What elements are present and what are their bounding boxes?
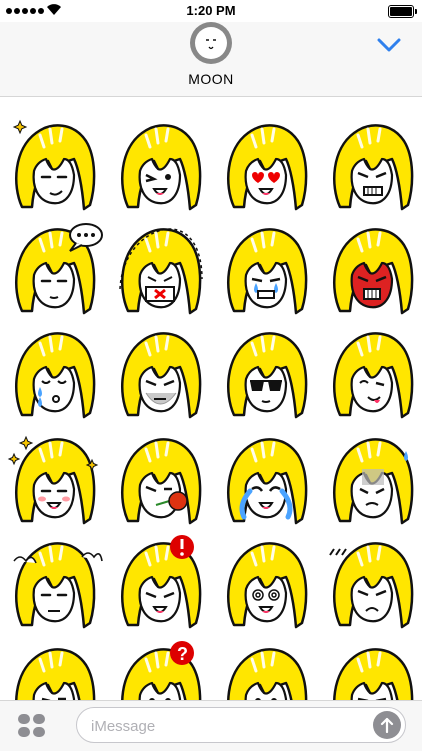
sticker-tears[interactable] (4, 639, 104, 701)
sticker-speech-dots[interactable] (4, 219, 104, 319)
sticker-grit-teeth[interactable] (322, 115, 422, 215)
sticker-stubble[interactable] (110, 323, 210, 423)
sticker-heart[interactable] (216, 639, 316, 701)
sticker-wink[interactable] (110, 115, 210, 215)
sticker-fuming[interactable] (4, 533, 104, 633)
app-drawer-icon[interactable] (18, 714, 46, 738)
sticker-teary-grimace[interactable] (216, 219, 316, 319)
sticker-tongue-wink[interactable] (322, 323, 422, 423)
contact-name[interactable]: MOON (0, 71, 422, 87)
status-bar: 1:20 PM (0, 0, 422, 22)
sticker-smirk[interactable] (322, 639, 422, 701)
sticker-sparkle-blush[interactable] (4, 429, 104, 529)
sticker-masked[interactable] (110, 219, 210, 319)
sticker-sunglasses[interactable] (216, 323, 316, 423)
sticker-grid: ? (0, 97, 422, 701)
sticker-red-angry[interactable] (322, 219, 422, 319)
send-button[interactable] (373, 711, 401, 739)
sticker-irritated[interactable] (322, 533, 422, 633)
chevron-down-icon[interactable] (376, 37, 402, 53)
sticker-exclaim[interactable] (110, 533, 210, 633)
battery-icon (388, 5, 417, 18)
contact-avatar[interactable] (190, 22, 232, 64)
sticker-heart-eyes[interactable] (216, 115, 316, 215)
sticker-crying[interactable] (216, 429, 316, 529)
sticker-rose[interactable] (110, 429, 210, 529)
sticker-dizzy[interactable] (216, 533, 316, 633)
sticker-gloomy-sweat[interactable] (322, 429, 422, 529)
conversation-header: MOON (0, 22, 422, 97)
sticker-question[interactable]: ? (110, 639, 210, 701)
message-input[interactable] (89, 715, 363, 737)
compose-bar (0, 700, 422, 751)
moon-face-icon (195, 27, 227, 59)
status-time: 1:20 PM (186, 3, 236, 18)
sticker-kiss-tears[interactable] (4, 323, 104, 423)
arrow-up-icon (380, 717, 394, 733)
svg-text:?: ? (177, 644, 188, 664)
sticker-smug-sparkle[interactable] (4, 115, 104, 215)
message-field[interactable] (76, 707, 406, 743)
